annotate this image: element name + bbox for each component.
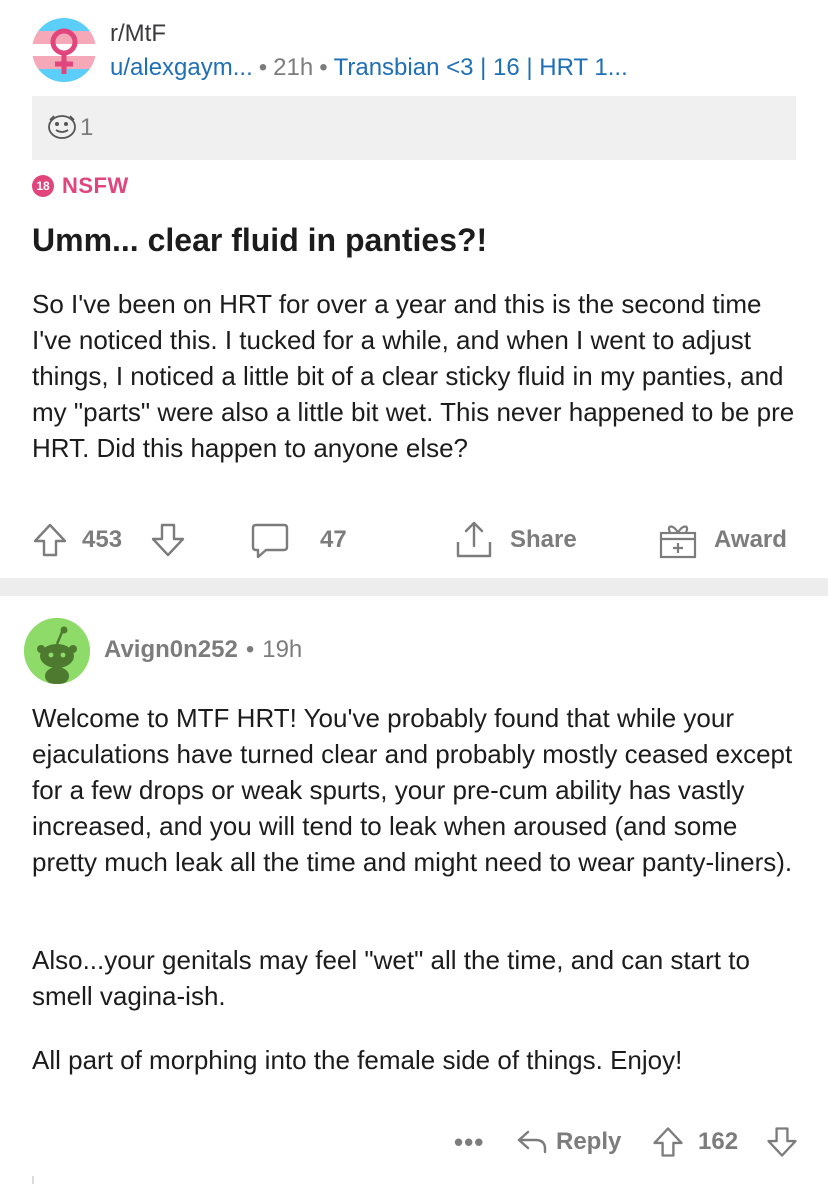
gift-icon [659,525,697,559]
upvote-arrow-icon [653,1127,683,1157]
comment-downvote-button[interactable] [764,1118,800,1166]
award-count: 1 [80,114,94,141]
comment-count: 47 [320,526,347,553]
share-button[interactable]: Share [452,514,577,566]
subreddit-name[interactable]: r/MtF [110,20,166,48]
snoo-avatar-icon [24,618,90,684]
reply-label: Reply [556,1128,622,1155]
reply-arrow-icon [517,1130,547,1154]
meta-separator: • [258,54,268,81]
subreddit-avatar[interactable] [32,18,96,82]
comment-paragraph: Welcome to MTF HRT! You've probably foun… [32,703,793,877]
comment-action-bar: ••• Reply 162 [440,1118,800,1166]
award-icon [48,115,76,139]
nsfw-18-icon: 18 [32,175,54,197]
post-body: So I've been on HRT for over a year and … [32,289,795,463]
comment-paragraph: All part of morphing into the female sid… [32,1045,683,1075]
downvote-button[interactable] [148,514,188,566]
reply-button[interactable]: Reply [514,1118,621,1166]
post-time: 21h [273,54,314,81]
nsfw-label: NSFW [62,173,129,198]
award-button[interactable]: Award [656,514,787,566]
comment-author[interactable]: Avign0n252 [104,636,238,663]
share-label: Share [510,526,577,553]
trans-flag-venus-icon [32,18,96,82]
section-divider [0,578,828,596]
post-title[interactable]: Umm... clear fluid in panties?! [32,218,802,262]
comment-meta: Avign0n252 • 19h [104,636,302,664]
upvote-arrow-icon [33,523,67,557]
post-action-bar: 453 47 Share Award [30,514,800,566]
comment-time: 19h [262,636,303,663]
thread-line [32,1176,34,1184]
more-options-button[interactable]: ••• [454,1118,484,1166]
nsfw-tag: 18 NSFW [32,172,129,200]
meta-separator: • [245,636,255,663]
award-label: Award [714,526,787,553]
comments-button[interactable]: 47 [248,514,347,566]
commenter-avatar[interactable] [24,618,90,684]
upvote-button[interactable] [30,514,70,566]
award-bar[interactable]: 1 [32,96,796,160]
downvote-arrow-icon [767,1127,797,1157]
post-meta: u/alexgaym... • 21h • Transbian <3 | 16 | HR… [110,54,628,82]
meta-separator: • [319,54,328,81]
post-score: 453 [82,526,123,553]
comment-bubble-icon [251,523,289,559]
comment-upvote-button[interactable] [650,1118,686,1166]
share-icon [456,521,492,558]
comment-score: 162 [698,1128,739,1155]
post-header: r/MtF u/alexgaym... • 21h • Transbian <3 | 1… [32,14,812,84]
comment-paragraph: Also...your genitals may feel "wet" all … [32,945,750,1011]
downvote-arrow-icon [151,523,185,557]
user-flair[interactable]: Transbian <3 | 16 | HRT 1... [334,54,628,81]
post-author[interactable]: u/alexgaym... [110,54,253,81]
